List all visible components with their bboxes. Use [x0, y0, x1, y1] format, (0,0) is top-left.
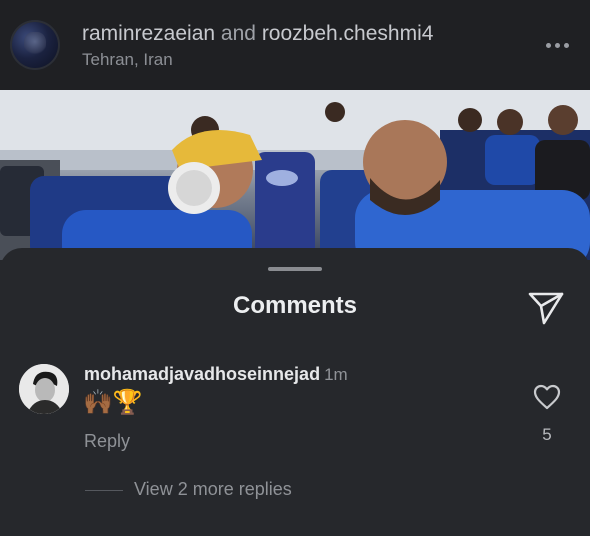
comment-username[interactable]: mohamadjavadhoseinnejad 1m — [84, 364, 348, 385]
and-text: and — [220, 22, 256, 45]
username-link[interactable]: raminrezaeian — [82, 22, 215, 45]
drag-handle[interactable] — [268, 267, 322, 271]
more-options-icon[interactable] — [540, 30, 574, 60]
comment-timestamp: 1m — [324, 365, 348, 384]
post-avatar[interactable] — [10, 20, 60, 70]
like-count: 5 — [542, 425, 552, 444]
comments-title: Comments — [232, 292, 358, 319]
replies-divider — [85, 490, 123, 491]
avatar[interactable] — [19, 364, 69, 414]
post-header: raminrezaeian and roozbeh.cheshmi4 Tehra… — [0, 0, 590, 90]
username-link[interactable]: roozbeh.cheshmi4 — [262, 22, 434, 45]
comment-text: 🙌🏾🏆 — [83, 389, 143, 416]
view-more-replies-button[interactable]: View 2 more replies — [134, 479, 292, 500]
paper-plane-icon[interactable] — [527, 289, 565, 327]
comments-sheet: Comments mohamadjavadhoseinnejad 1m 🙌🏾🏆 R… — [0, 248, 590, 536]
comment-username-text[interactable]: mohamadjavadhoseinnejad — [84, 364, 320, 384]
post-photo — [0, 90, 590, 260]
reply-button[interactable]: Reply — [84, 431, 130, 452]
location-link[interactable]: Tehran, Iran — [82, 50, 173, 70]
post-usernames: raminrezaeian and roozbeh.cheshmi4 — [82, 22, 433, 46]
heart-outline-icon[interactable] — [533, 384, 561, 410]
